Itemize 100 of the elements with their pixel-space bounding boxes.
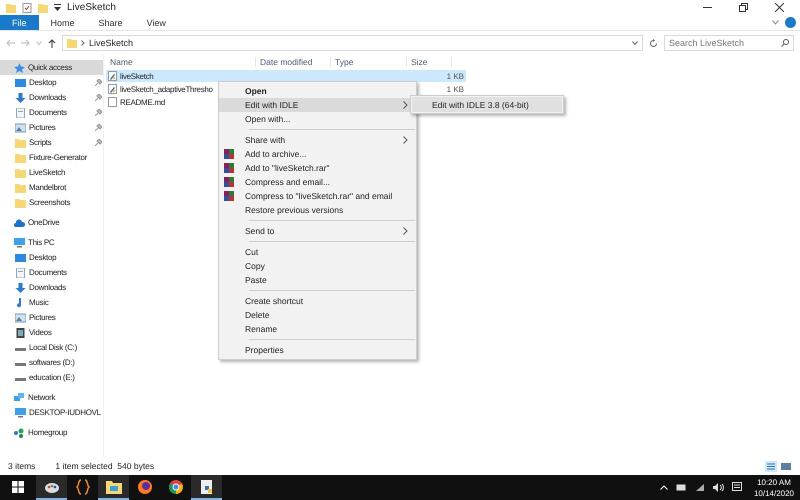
- nav-item[interactable]: Screenshots: [0, 195, 103, 210]
- search-field[interactable]: Search LiveSketch: [664, 35, 794, 51]
- up-arrow-icon[interactable]: [48, 38, 56, 48]
- folder-icon: [15, 198, 26, 208]
- desktop-icon: [15, 252, 26, 262]
- file-name: liveSketch: [120, 72, 154, 80]
- expand-ribbon-icon[interactable]: [772, 20, 779, 25]
- nav-item[interactable]: Mandelbrot: [0, 180, 103, 195]
- file-row[interactable]: liveSketch 1 KB: [106, 70, 466, 82]
- nav-item[interactable]: DESKTOP-IUDHOVL: [0, 405, 103, 420]
- menu-item[interactable]: Compress to "liveSketch.rar" and email: [219, 189, 416, 203]
- ribbon-tab[interactable]: Share: [86, 15, 135, 30]
- nav-item[interactable]: Desktop: [0, 75, 103, 90]
- nav-item[interactable]: education (E:): [0, 370, 103, 385]
- menu-item[interactable]: Add to archive...: [219, 147, 416, 161]
- chevron-down-icon[interactable]: [632, 41, 638, 45]
- menu-item[interactable]: Properties: [219, 343, 416, 357]
- window-title: LiveSketch: [67, 2, 116, 13]
- wifi-icon[interactable]: [694, 483, 705, 492]
- folder-icon[interactable]: [106, 480, 122, 494]
- folder-icon: [67, 38, 77, 48]
- brackets-icon[interactable]: [76, 478, 90, 494]
- file-name[interactable]: README.md: [120, 98, 165, 106]
- nav-item[interactable]: Pictures: [0, 120, 103, 135]
- windows-icon[interactable]: [12, 480, 24, 492]
- menu-item[interactable]: Edit with IDLE 3.8 (64-bit): [412, 97, 562, 112]
- menu-item[interactable]: Copy: [219, 259, 416, 273]
- chevron-up-icon[interactable]: [660, 485, 668, 490]
- column-header[interactable]: Date modified: [256, 57, 331, 67]
- nav-item[interactable]: Videos: [0, 325, 103, 340]
- menu-item[interactable]: Rename: [219, 322, 416, 336]
- archive-icon: [224, 191, 234, 201]
- nav-item[interactable]: Network: [0, 390, 103, 405]
- nav-item[interactable]: Local Disk (C:): [0, 340, 103, 355]
- menu-item[interactable]: Create shortcut: [219, 294, 416, 308]
- menu-item[interactable]: Delete: [219, 308, 416, 322]
- nav-item[interactable]: Quick access: [0, 60, 103, 75]
- cloud-icon: [14, 218, 25, 228]
- download-icon: [15, 282, 26, 292]
- ribbon-tab[interactable]: Home: [38, 15, 87, 30]
- python-file-icon: [108, 71, 117, 81]
- nav-item[interactable]: Documents: [0, 105, 103, 120]
- network-icon: [14, 392, 25, 402]
- nav-item[interactable]: LiveSketch: [0, 165, 103, 180]
- file-size: 1 KB: [446, 72, 464, 80]
- browser-icon[interactable]: [168, 478, 184, 494]
- menu-item[interactable]: Restore previous versions: [219, 203, 416, 217]
- nav-item[interactable]: Downloads: [0, 280, 103, 295]
- nav-item[interactable]: Documents: [0, 265, 103, 280]
- nav-item[interactable]: Homegroup: [0, 425, 103, 440]
- notification-icon[interactable]: [732, 482, 742, 493]
- folder-icon: [15, 152, 26, 162]
- nav-item[interactable]: OneDrive: [0, 215, 103, 230]
- browser-icon[interactable]: [136, 478, 152, 494]
- column-header[interactable]: Name: [106, 57, 256, 67]
- nav-item[interactable]: Desktop: [0, 250, 103, 265]
- nav-item[interactable]: Fixture-Generator: [0, 150, 103, 165]
- menu-item[interactable]: Share with: [219, 133, 416, 147]
- properties-icon[interactable]: [22, 2, 32, 12]
- pc-icon: [14, 238, 25, 248]
- pictures-icon: [15, 312, 26, 322]
- homegroup-icon: [14, 428, 25, 438]
- ribbon-tab[interactable]: File: [0, 15, 39, 30]
- clock-date[interactable]: 10/14/2020: [754, 488, 794, 498]
- menu-item[interactable]: Open: [219, 84, 416, 98]
- chevron-right-icon[interactable]: [81, 40, 85, 46]
- menu-item[interactable]: Add to "liveSketch.rar": [219, 161, 416, 175]
- folder-icon: [15, 168, 26, 178]
- dropdown-icon[interactable]: [54, 4, 61, 11]
- speaker-icon[interactable]: [712, 483, 724, 492]
- pc-icon: [15, 408, 26, 418]
- menu-item[interactable]: Open with...: [219, 112, 416, 126]
- column-header[interactable]: Size: [407, 57, 452, 67]
- menu-item[interactable]: Paste: [219, 273, 416, 287]
- refresh-icon[interactable]: [649, 38, 658, 48]
- nav-item[interactable]: Scripts: [0, 135, 103, 150]
- menu-item[interactable]: Cut: [219, 245, 416, 259]
- folder-icon: [15, 182, 26, 192]
- folder-icon: [15, 138, 26, 148]
- nav-item[interactable]: softwares (D:): [0, 355, 103, 370]
- breadcrumb[interactable]: LiveSketch: [89, 38, 134, 48]
- file-name[interactable]: liveSketch_adaptiveThresho: [120, 84, 213, 94]
- close-icon: [774, 3, 784, 12]
- clock-time[interactable]: 10:20 AM: [757, 476, 791, 488]
- restore-icon: [738, 3, 748, 12]
- python-file-icon[interactable]: [200, 478, 214, 494]
- download-icon: [15, 92, 26, 102]
- document-icon: [15, 108, 26, 118]
- ribbon-tab[interactable]: View: [134, 15, 178, 30]
- desktop-icon: [15, 78, 26, 88]
- archive-icon: [224, 163, 234, 173]
- menu-item[interactable]: Compress and email...: [219, 175, 416, 189]
- column-header[interactable]: Type: [331, 57, 407, 67]
- nav-item[interactable]: Downloads: [0, 90, 103, 105]
- details-view-icon[interactable]: [765, 460, 777, 472]
- nav-item[interactable]: Music: [0, 295, 103, 310]
- menu-item[interactable]: Send to: [219, 224, 416, 238]
- thumbnail-view-icon[interactable]: [780, 460, 792, 472]
- nav-item[interactable]: Pictures: [0, 310, 103, 325]
- nav-item[interactable]: This PC: [0, 235, 103, 250]
